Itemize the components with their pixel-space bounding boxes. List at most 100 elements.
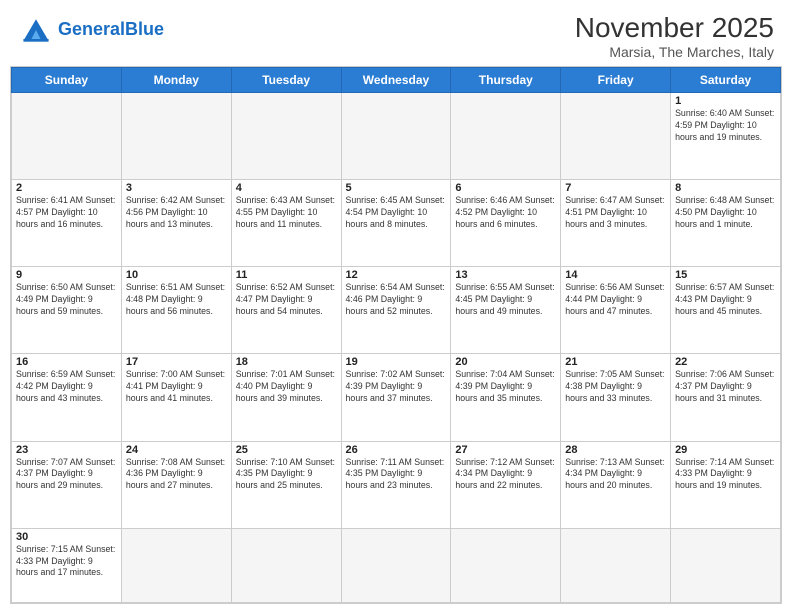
cal-cell: 17Sunrise: 7:00 AM Sunset: 4:41 PM Dayli…: [121, 354, 231, 441]
cal-cell: 16Sunrise: 6:59 AM Sunset: 4:42 PM Dayli…: [12, 354, 122, 441]
cal-cell: [561, 93, 671, 180]
week-row-4: 23Sunrise: 7:07 AM Sunset: 4:37 PM Dayli…: [12, 441, 781, 528]
day-number: 8: [675, 182, 776, 194]
day-info: Sunrise: 6:59 AM Sunset: 4:42 PM Dayligh…: [16, 369, 117, 405]
cal-cell: [12, 93, 122, 180]
cal-cell: [121, 528, 231, 602]
week-row-1: 2Sunrise: 6:41 AM Sunset: 4:57 PM Daylig…: [12, 180, 781, 267]
cal-cell: 3Sunrise: 6:42 AM Sunset: 4:56 PM Daylig…: [121, 180, 231, 267]
week-row-5: 30Sunrise: 7:15 AM Sunset: 4:33 PM Dayli…: [12, 528, 781, 602]
day-info: Sunrise: 6:42 AM Sunset: 4:56 PM Dayligh…: [126, 195, 227, 231]
day-number: 10: [126, 269, 227, 281]
day-header-thursday: Thursday: [451, 68, 561, 93]
cal-cell: 8Sunrise: 6:48 AM Sunset: 4:50 PM Daylig…: [671, 180, 781, 267]
cal-cell: [121, 93, 231, 180]
cal-cell: 12Sunrise: 6:54 AM Sunset: 4:46 PM Dayli…: [341, 267, 451, 354]
cal-table: SundayMondayTuesdayWednesdayThursdayFrid…: [11, 67, 781, 603]
day-number: 30: [16, 531, 117, 543]
day-info: Sunrise: 7:01 AM Sunset: 4:40 PM Dayligh…: [236, 369, 337, 405]
week-row-2: 9Sunrise: 6:50 AM Sunset: 4:49 PM Daylig…: [12, 267, 781, 354]
cal-cell: [341, 528, 451, 602]
day-number: 29: [675, 444, 776, 456]
cal-cell: 5Sunrise: 6:45 AM Sunset: 4:54 PM Daylig…: [341, 180, 451, 267]
day-number: 26: [346, 444, 447, 456]
day-header-sunday: Sunday: [12, 68, 122, 93]
cal-cell: [451, 93, 561, 180]
day-header-saturday: Saturday: [671, 68, 781, 93]
generalblue-icon: [18, 12, 54, 48]
day-number: 21: [565, 356, 666, 368]
page: GeneralBlue November 2025 Marsia, The Ma…: [0, 0, 792, 612]
day-number: 11: [236, 269, 337, 281]
day-number: 25: [236, 444, 337, 456]
cal-cell: 1Sunrise: 6:40 AM Sunset: 4:59 PM Daylig…: [671, 93, 781, 180]
day-info: Sunrise: 6:56 AM Sunset: 4:44 PM Dayligh…: [565, 282, 666, 318]
week-row-3: 16Sunrise: 6:59 AM Sunset: 4:42 PM Dayli…: [12, 354, 781, 441]
day-info: Sunrise: 7:08 AM Sunset: 4:36 PM Dayligh…: [126, 457, 227, 493]
month-year: November 2025: [575, 12, 774, 44]
day-number: 19: [346, 356, 447, 368]
logo-general: General: [58, 19, 125, 39]
day-info: Sunrise: 7:07 AM Sunset: 4:37 PM Dayligh…: [16, 457, 117, 493]
day-number: 7: [565, 182, 666, 194]
day-info: Sunrise: 6:54 AM Sunset: 4:46 PM Dayligh…: [346, 282, 447, 318]
day-number: 12: [346, 269, 447, 281]
logo-blue: Blue: [125, 19, 164, 39]
day-number: 1: [675, 95, 776, 107]
day-number: 9: [16, 269, 117, 281]
day-number: 24: [126, 444, 227, 456]
cal-cell: 20Sunrise: 7:04 AM Sunset: 4:39 PM Dayli…: [451, 354, 561, 441]
day-number: 27: [455, 444, 556, 456]
day-number: 15: [675, 269, 776, 281]
day-info: Sunrise: 7:11 AM Sunset: 4:35 PM Dayligh…: [346, 457, 447, 493]
cal-cell: [671, 528, 781, 602]
cal-cell: [561, 528, 671, 602]
day-header-tuesday: Tuesday: [231, 68, 341, 93]
week-row-0: 1Sunrise: 6:40 AM Sunset: 4:59 PM Daylig…: [12, 93, 781, 180]
day-number: 18: [236, 356, 337, 368]
day-header-row: SundayMondayTuesdayWednesdayThursdayFrid…: [12, 68, 781, 93]
cal-cell: 11Sunrise: 6:52 AM Sunset: 4:47 PM Dayli…: [231, 267, 341, 354]
cal-cell: 6Sunrise: 6:46 AM Sunset: 4:52 PM Daylig…: [451, 180, 561, 267]
day-number: 28: [565, 444, 666, 456]
cal-cell: [231, 528, 341, 602]
cal-cell: [341, 93, 451, 180]
day-header-monday: Monday: [121, 68, 231, 93]
cal-cell: 28Sunrise: 7:13 AM Sunset: 4:34 PM Dayli…: [561, 441, 671, 528]
day-info: Sunrise: 6:43 AM Sunset: 4:55 PM Dayligh…: [236, 195, 337, 231]
cal-cell: 22Sunrise: 7:06 AM Sunset: 4:37 PM Dayli…: [671, 354, 781, 441]
day-info: Sunrise: 7:05 AM Sunset: 4:38 PM Dayligh…: [565, 369, 666, 405]
day-info: Sunrise: 7:12 AM Sunset: 4:34 PM Dayligh…: [455, 457, 556, 493]
day-info: Sunrise: 6:51 AM Sunset: 4:48 PM Dayligh…: [126, 282, 227, 318]
day-number: 16: [16, 356, 117, 368]
day-number: 4: [236, 182, 337, 194]
day-number: 22: [675, 356, 776, 368]
cal-cell: 24Sunrise: 7:08 AM Sunset: 4:36 PM Dayli…: [121, 441, 231, 528]
cal-cell: 4Sunrise: 6:43 AM Sunset: 4:55 PM Daylig…: [231, 180, 341, 267]
calendar: SundayMondayTuesdayWednesdayThursdayFrid…: [10, 66, 782, 604]
cal-cell: [451, 528, 561, 602]
cal-cell: 9Sunrise: 6:50 AM Sunset: 4:49 PM Daylig…: [12, 267, 122, 354]
day-info: Sunrise: 6:47 AM Sunset: 4:51 PM Dayligh…: [565, 195, 666, 231]
cal-cell: 10Sunrise: 6:51 AM Sunset: 4:48 PM Dayli…: [121, 267, 231, 354]
day-info: Sunrise: 6:46 AM Sunset: 4:52 PM Dayligh…: [455, 195, 556, 231]
day-number: 14: [565, 269, 666, 281]
cal-cell: 27Sunrise: 7:12 AM Sunset: 4:34 PM Dayli…: [451, 441, 561, 528]
header: GeneralBlue November 2025 Marsia, The Ma…: [0, 0, 792, 66]
day-info: Sunrise: 7:10 AM Sunset: 4:35 PM Dayligh…: [236, 457, 337, 493]
day-info: Sunrise: 7:04 AM Sunset: 4:39 PM Dayligh…: [455, 369, 556, 405]
cal-cell: 2Sunrise: 6:41 AM Sunset: 4:57 PM Daylig…: [12, 180, 122, 267]
day-info: Sunrise: 7:15 AM Sunset: 4:33 PM Dayligh…: [16, 544, 117, 580]
cal-cell: [231, 93, 341, 180]
day-info: Sunrise: 6:48 AM Sunset: 4:50 PM Dayligh…: [675, 195, 776, 231]
day-info: Sunrise: 7:00 AM Sunset: 4:41 PM Dayligh…: [126, 369, 227, 405]
logo-text: GeneralBlue: [58, 20, 164, 40]
day-info: Sunrise: 7:13 AM Sunset: 4:34 PM Dayligh…: [565, 457, 666, 493]
cal-cell: 15Sunrise: 6:57 AM Sunset: 4:43 PM Dayli…: [671, 267, 781, 354]
day-header-friday: Friday: [561, 68, 671, 93]
cal-cell: 13Sunrise: 6:55 AM Sunset: 4:45 PM Dayli…: [451, 267, 561, 354]
location: Marsia, The Marches, Italy: [575, 44, 774, 60]
day-number: 6: [455, 182, 556, 194]
day-info: Sunrise: 6:45 AM Sunset: 4:54 PM Dayligh…: [346, 195, 447, 231]
day-header-wednesday: Wednesday: [341, 68, 451, 93]
